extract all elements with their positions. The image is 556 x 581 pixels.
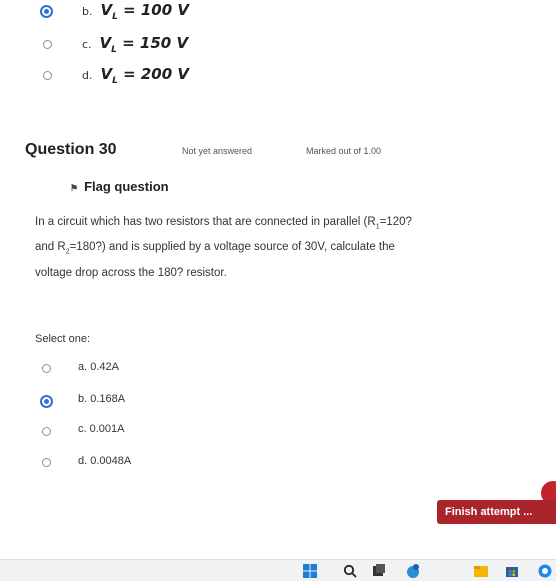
taskbar — [0, 559, 556, 581]
prev-option-c-radio[interactable] — [43, 40, 52, 49]
question-text-line-3: voltage drop across the 180? resistor. — [35, 266, 227, 279]
question-marks: Marked out of 1.00 — [306, 146, 382, 156]
prev-option-d-radio[interactable] — [43, 71, 52, 80]
search-icon[interactable] — [343, 564, 357, 578]
question-status: Not yet answered — [182, 146, 253, 156]
question-text-line-1: In a circuit which has two resistors tha… — [35, 216, 412, 231]
option-a-label[interactable]: a. 0.42A — [78, 361, 119, 373]
file-explorer-icon[interactable] — [474, 564, 488, 578]
question-text: In a circuit which has two resistors tha… — [35, 212, 545, 283]
option-c-radio[interactable] — [42, 427, 51, 436]
option-d-radio[interactable] — [42, 458, 51, 467]
question-title: Question 30 — [25, 141, 117, 158]
option-b-label[interactable]: b. 0.168A — [78, 393, 125, 405]
option-b-radio[interactable] — [40, 395, 53, 408]
option-a-radio[interactable] — [42, 364, 51, 373]
prev-option-b: b. VL = 100 V — [82, 1, 189, 22]
windows-icon[interactable] — [303, 564, 317, 578]
store-icon[interactable] — [505, 564, 519, 578]
flag-question-link[interactable]: ⚑ Flag question — [70, 179, 169, 194]
option-c-label[interactable]: c. 0.001A — [78, 423, 124, 435]
widgets-icon[interactable] — [406, 564, 420, 578]
prev-option-c: c. VL = 150 V — [82, 34, 189, 55]
flag-icon: ⚑ — [70, 183, 79, 193]
task-view-icon[interactable] — [372, 564, 386, 578]
prev-option-b-radio[interactable] — [40, 5, 53, 18]
flag-question-label: Flag question — [84, 179, 169, 194]
select-one-label: Select one: — [35, 333, 91, 345]
question-text-line-2: and R2=180?) and is supplied by a voltag… — [35, 241, 395, 256]
prev-option-d: d. VL = 200 V — [82, 65, 189, 86]
browser-icon[interactable] — [538, 564, 552, 578]
option-d-label[interactable]: d. 0.0048A — [78, 455, 131, 467]
finish-attempt-button[interactable]: Finish attempt ... — [437, 500, 556, 524]
